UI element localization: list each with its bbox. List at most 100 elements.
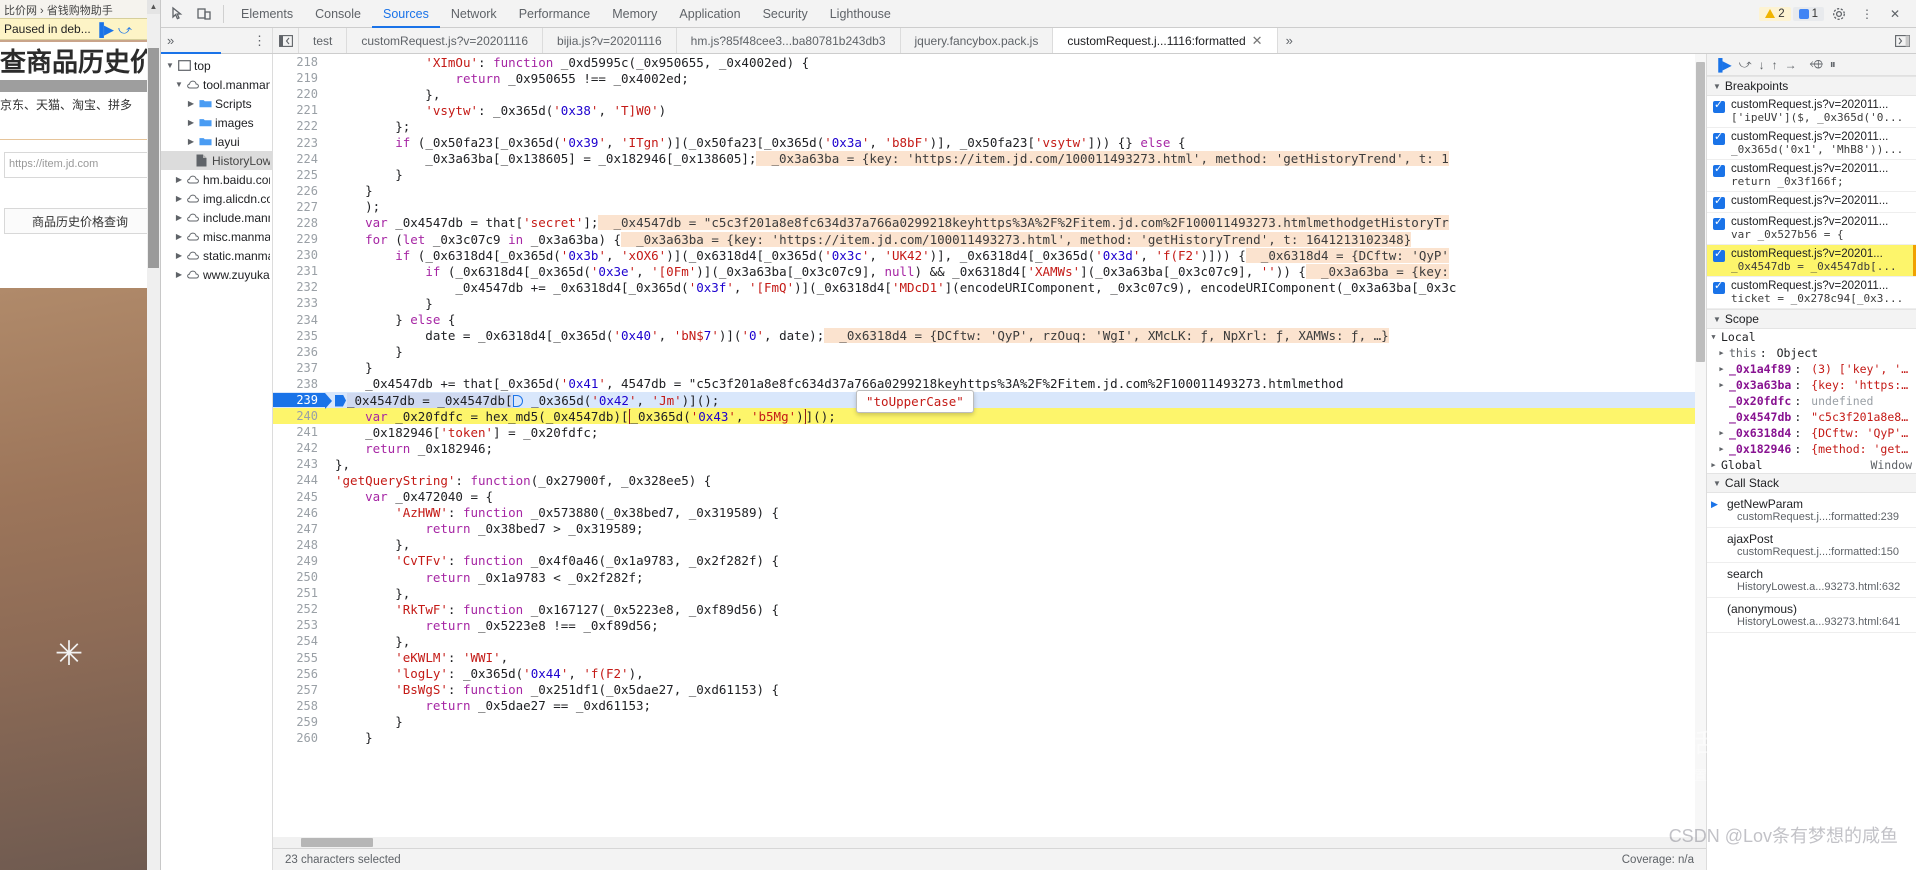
breakpoint-checkbox[interactable] bbox=[1713, 194, 1725, 209]
code-line[interactable]: 255 'eKWLM': 'WWI', bbox=[273, 649, 1706, 665]
tab-elements[interactable]: Elements bbox=[230, 0, 304, 28]
file-tab-fancybox[interactable]: jquery.fancybox.pack.js bbox=[901, 28, 1054, 53]
line-content[interactable]: } else { bbox=[325, 312, 1706, 327]
chevron-double-right-icon[interactable]: » bbox=[1278, 28, 1301, 53]
line-number[interactable]: 241 bbox=[273, 425, 325, 439]
code-line[interactable]: 253 return _0x5223e8 !== _0xf89d56; bbox=[273, 617, 1706, 633]
twisty-closed-icon[interactable]: ▶ bbox=[174, 270, 184, 279]
navigator-file-tree[interactable]: ▼ top ▼ tool.manmanbuy.com ▶ bbox=[161, 54, 273, 870]
line-content[interactable]: return _0x5223e8 !== _0xf89d56; bbox=[325, 618, 1706, 633]
line-content[interactable]: return _0x182946; bbox=[325, 441, 1706, 456]
line-content[interactable]: 'vsytw': _0x365d('0x38', 'T]W0') bbox=[325, 103, 1706, 118]
line-content[interactable]: }, bbox=[325, 87, 1706, 102]
code-line[interactable]: 246 'AzHWW': function _0x573880(_0x38bed… bbox=[273, 505, 1706, 521]
line-number[interactable]: 218 bbox=[273, 55, 325, 69]
line-content[interactable]: return _0x5dae27 == _0xd61153; bbox=[325, 698, 1706, 713]
line-number[interactable]: 257 bbox=[273, 683, 325, 697]
line-content[interactable]: 'BsWgS': function _0x251df1(_0x5dae27, _… bbox=[325, 682, 1706, 697]
line-content[interactable]: var _0x4547db = that['secret']; _0x4547d… bbox=[325, 215, 1706, 231]
file-tab-test[interactable]: test bbox=[299, 28, 348, 53]
line-content[interactable]: _0x4547db = _0x4547db[ _0x365d('0x42', '… bbox=[325, 392, 1706, 408]
scope-variable[interactable]: _0x4547db: "c5c3f201a8e8f… bbox=[1707, 409, 1916, 425]
code-line[interactable]: 228 var _0x4547db = that['secret']; _0x4… bbox=[273, 215, 1706, 231]
line-content[interactable]: 'AzHWW': function _0x573880(_0x38bed7, _… bbox=[325, 505, 1706, 520]
code-line[interactable]: 239 _0x4547db = _0x4547db[ _0x365d('0x42'… bbox=[273, 391, 1706, 410]
code-line[interactable]: 241 _0x182946['token'] = _0x20fdfc; bbox=[273, 424, 1706, 440]
call-stack-frame[interactable]: ajaxPost customRequest.j...:formatted:150 bbox=[1707, 528, 1916, 563]
tree-item-layui[interactable]: ▶ layui bbox=[161, 132, 272, 151]
twisty-closed-icon[interactable]: ▶ bbox=[174, 194, 184, 203]
line-number[interactable]: 219 bbox=[273, 71, 325, 85]
more-options-icon[interactable]: ⋮ bbox=[1854, 2, 1880, 26]
code-line[interactable]: 236 } bbox=[273, 344, 1706, 360]
twisty-closed-icon[interactable]: ▶ bbox=[174, 213, 184, 222]
call-stack-frame[interactable]: (anonymous) HistoryLowest.a...93273.html:… bbox=[1707, 598, 1916, 633]
file-tab-bijia[interactable]: bijia.js?v=20201116 bbox=[543, 28, 677, 53]
line-content[interactable]: }, bbox=[325, 537, 1706, 552]
scope-list[interactable]: ▼ Local ▶ this: Object ▶ _0x1a4f89: (3) ['key… bbox=[1707, 329, 1916, 473]
pause-on-exceptions-icon[interactable]: ⏸ bbox=[1830, 57, 1836, 72]
line-number[interactable]: 227 bbox=[273, 200, 325, 214]
code-line[interactable]: 259 } bbox=[273, 714, 1706, 730]
code-line[interactable]: 237 } bbox=[273, 360, 1706, 376]
line-content[interactable]: if (_0x6318d4[_0x365d('0x3e', '[0Fm')](_… bbox=[325, 263, 1706, 279]
line-number[interactable]: 254 bbox=[273, 634, 325, 648]
gear-icon[interactable] bbox=[1826, 2, 1852, 26]
tab-performance[interactable]: Performance bbox=[508, 0, 602, 28]
line-number[interactable]: 260 bbox=[273, 731, 325, 745]
editor-horizontal-scrollbar[interactable] bbox=[273, 837, 1706, 848]
breakpoint-item[interactable]: customRequest.js?v=202011..._0x365d('0x1… bbox=[1707, 128, 1916, 160]
line-number[interactable]: 250 bbox=[273, 570, 325, 584]
breakpoints-section-header[interactable]: ▼ Breakpoints bbox=[1707, 76, 1916, 96]
code-line[interactable]: 247 return _0x38bed7 > _0x319589; bbox=[273, 521, 1706, 537]
call-stack-frame[interactable]: search HistoryLowest.a...93273.html:632 bbox=[1707, 563, 1916, 598]
line-number[interactable]: 259 bbox=[273, 715, 325, 729]
line-content[interactable]: 'RkTwF': function _0x167127(_0x5223e8, _… bbox=[325, 602, 1706, 617]
line-content[interactable]: } bbox=[325, 183, 1706, 198]
line-content[interactable]: } bbox=[325, 360, 1706, 375]
breakpoint-item[interactable]: customRequest.js?v=202011...return _0x3f… bbox=[1707, 160, 1916, 192]
scrollbar-thumb[interactable] bbox=[301, 838, 373, 847]
tree-item-images[interactable]: ▶ images bbox=[161, 113, 272, 132]
chevron-double-right-icon[interactable]: » bbox=[167, 33, 174, 48]
code-line[interactable]: 226 } bbox=[273, 183, 1706, 199]
line-number[interactable]: 251 bbox=[273, 586, 325, 600]
code-line[interactable]: 257 'BsWgS': function _0x251df1(_0x5dae2… bbox=[273, 682, 1706, 698]
breakpoint-item[interactable]: customRequest.js?v=202011...ticket = _0x… bbox=[1707, 277, 1916, 309]
line-content[interactable]: return _0x950655 !== _0x4002ed; bbox=[325, 71, 1706, 86]
line-content[interactable]: if (_0x50fa23[_0x365d('0x39', 'ITgn')](_… bbox=[325, 135, 1706, 150]
line-number[interactable]: 237 bbox=[273, 361, 325, 375]
code-line[interactable]: 249 'CvTFv': function _0x4f0a46(_0x1a978… bbox=[273, 553, 1706, 569]
twisty-open-icon[interactable]: ▼ bbox=[174, 80, 184, 89]
code-line[interactable]: 232 _0x4547db += _0x6318d4[_0x365d('0x3f… bbox=[273, 279, 1706, 295]
line-number[interactable]: 255 bbox=[273, 651, 325, 665]
twisty-icon[interactable]: ▶ bbox=[1717, 429, 1726, 437]
tree-item-historylowest[interactable]: HistoryLowest bbox=[161, 151, 272, 170]
twisty-closed-icon[interactable]: ▶ bbox=[174, 251, 184, 260]
code-line[interactable]: 227 ); bbox=[273, 199, 1706, 215]
breakpoint-checkbox[interactable] bbox=[1713, 98, 1725, 113]
line-content[interactable]: }, bbox=[325, 634, 1706, 649]
tree-item-include-manmanbuy[interactable]: ▶ include.manmanbuy.com bbox=[161, 208, 272, 227]
twisty-icon[interactable]: ▶ bbox=[1709, 461, 1718, 469]
line-number[interactable]: 222 bbox=[273, 119, 325, 133]
more-options-icon[interactable]: ⋮ bbox=[253, 33, 266, 49]
call-stack-list[interactable]: ▶ getNewParam customRequest.j...:formatted… bbox=[1707, 493, 1916, 633]
page-scrollbar[interactable]: ▲ bbox=[147, 0, 160, 870]
step-over-icon[interactable]: ⤻ bbox=[118, 23, 132, 36]
device-toolbar-icon[interactable] bbox=[191, 2, 217, 26]
twisty-icon[interactable]: ▶ bbox=[1717, 445, 1726, 453]
scope-section-header[interactable]: ▼ Scope bbox=[1707, 309, 1916, 329]
close-icon[interactable]: ✕ bbox=[1252, 33, 1263, 49]
breakpoint-item[interactable]: customRequest.js?v=20201..._0x4547db = _… bbox=[1707, 245, 1916, 277]
line-content[interactable]: 'eKWLM': 'WWI', bbox=[325, 650, 1706, 665]
tree-item-top[interactable]: ▼ top bbox=[161, 56, 272, 75]
line-number[interactable]: 231 bbox=[273, 264, 325, 278]
line-content[interactable]: if (_0x6318d4[_0x365d('0x3b', 'xOX6')](_… bbox=[325, 247, 1706, 263]
breakpoints-list[interactable]: customRequest.js?v=202011...['ipeUV']($,… bbox=[1707, 96, 1916, 309]
code-line[interactable]: 220 }, bbox=[273, 86, 1706, 102]
line-number[interactable]: 248 bbox=[273, 538, 325, 552]
url-input[interactable]: https://item.jd.com bbox=[4, 152, 156, 178]
tree-item-hm-baidu[interactable]: ▶ hm.baidu.com bbox=[161, 170, 272, 189]
line-content[interactable]: } bbox=[325, 714, 1706, 729]
